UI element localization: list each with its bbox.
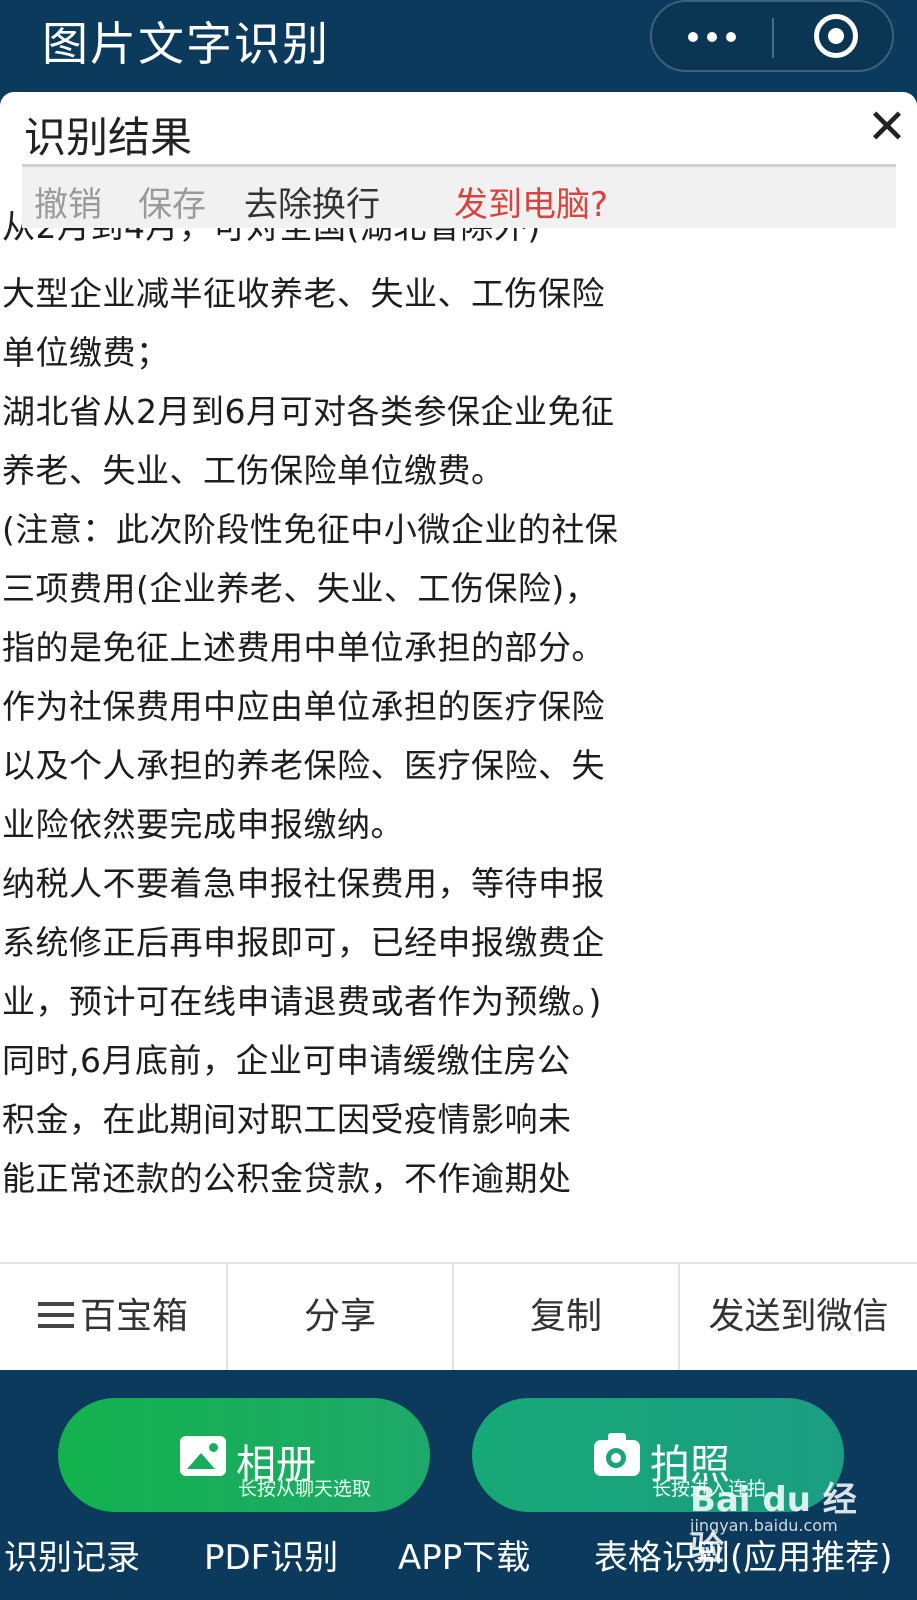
text-line: 纳税人不要着急申报社保费用，等待申报	[2, 864, 605, 903]
toolbox-label: 百宝箱	[79, 1296, 188, 1337]
text-line: 单位缴费；	[2, 333, 170, 372]
text-line: 三项费用(企业养老、失业、工伤保险)，	[2, 569, 599, 608]
edit-toolbar: 撤销 保存 去除换行 发到电脑?	[22, 164, 896, 228]
text-line: 业，预计可在线申请退费或者作为预缴。)	[2, 982, 602, 1021]
app-title: 图片文字识别	[42, 17, 330, 71]
result-action-bar: 百宝箱 分享 复制 发送到微信	[0, 1262, 917, 1372]
toolbox-button[interactable]: 百宝箱	[0, 1264, 228, 1372]
nav-history-link[interactable]: 识别记录	[4, 1530, 140, 1579]
text-line: (注意：此次阶段性免征中小微企业的社保	[2, 510, 619, 549]
text-line: 以及个人承担的养老保险、医疗保险、失	[2, 746, 605, 785]
nav-app-download-link[interactable]: APP下载	[398, 1530, 530, 1579]
share-button[interactable]: 分享	[228, 1264, 454, 1372]
menu-lines-icon	[37, 1300, 74, 1330]
text-line: 养老、失业、工伤保险单位缴费。	[2, 451, 505, 490]
camera-icon	[594, 1433, 640, 1476]
send-wechat-button[interactable]: 发送到微信	[680, 1264, 917, 1372]
text-line: 指的是免征上述费用中单位承担的部分。	[2, 628, 605, 667]
remove-newlines-button[interactable]: 去除换行	[244, 177, 380, 226]
text-line: 业险依然要完成申报缴纳。	[2, 805, 404, 844]
undo-button[interactable]: 撤销	[34, 177, 102, 226]
result-panel: 识别结果 ✕ 从2月到4月，可对全国(湖北省除外) 大型企业减半征收养老、失业、…	[0, 92, 917, 1370]
mini-program-capsule	[650, 0, 894, 72]
save-button[interactable]: 保存	[138, 177, 206, 226]
text-line: 同时,6月底前，企业可申请缓缴住房公	[2, 1041, 571, 1080]
album-button[interactable]: 相册 长按从聊天选取	[58, 1398, 430, 1512]
text-line: 大型企业减半征收养老、失业、工伤保险	[2, 274, 605, 313]
text-line: 积金，在此期间对职工因受疫情影响未	[2, 1100, 572, 1139]
panel-title: 识别结果	[24, 113, 193, 162]
text-line: 湖北省从2月到6月可对各类参保企业免征	[2, 392, 615, 431]
recognized-text-area[interactable]: 从2月到4月，可对全国(湖北省除外) 大型企业减半征收养老、失业、工伤保险 单位…	[0, 210, 917, 1290]
close-icon[interactable]: ✕	[862, 102, 912, 152]
photo-icon	[180, 1436, 226, 1476]
app-header: 图片文字识别	[0, 0, 917, 92]
baidu-watermark: Bai du 经验 jingyan.baidu.com	[690, 1472, 870, 1569]
watermark-url: jingyan.baidu.com	[690, 1516, 838, 1535]
panel-header: 识别结果 ✕	[0, 92, 917, 164]
album-hint: 长按从聊天选取	[238, 1478, 372, 1500]
nav-pdf-link[interactable]: PDF识别	[204, 1530, 338, 1579]
send-to-pc-link[interactable]: 发到电脑?	[454, 177, 608, 226]
capsule-divider	[772, 18, 774, 58]
text-line: 系统修正后再申报即可，已经申报缴费企	[2, 923, 605, 962]
target-icon[interactable]	[776, 2, 892, 70]
more-dots-icon[interactable]	[652, 2, 772, 70]
text-line: 能正常还款的公积金贷款，不作逾期处	[2, 1159, 572, 1198]
copy-button[interactable]: 复制	[454, 1264, 680, 1372]
text-line: 作为社保费用中应由单位承担的医疗保险	[2, 687, 605, 726]
